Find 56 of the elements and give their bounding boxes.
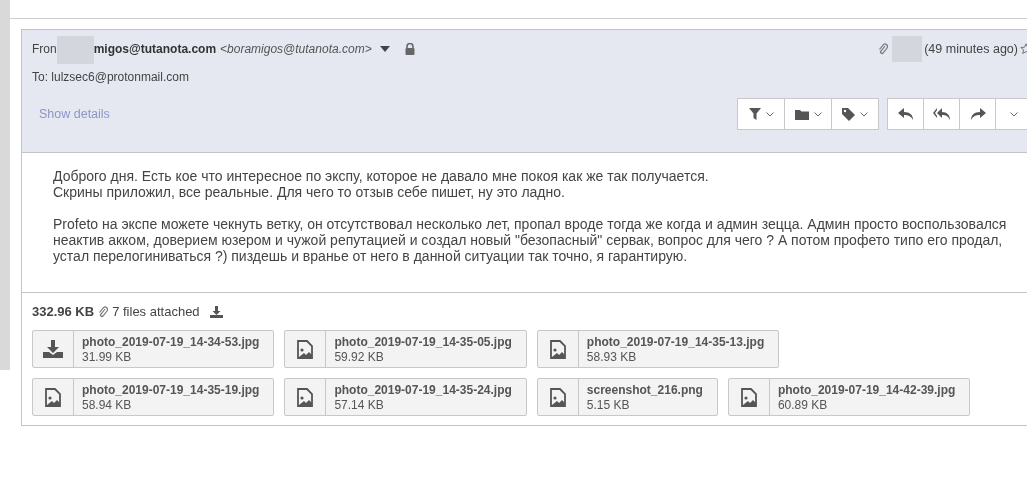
filter-icon: [748, 108, 761, 120]
paperclip-icon: [98, 305, 109, 318]
file-name: photo_2019-07-19_14-35-13.jpg: [586, 335, 765, 349]
sender-name: migos@tutanota.com: [93, 42, 217, 56]
folder-icon: [794, 108, 809, 120]
image-file-icon: [549, 339, 566, 359]
recipient-line: To: lulzsec6@protonmail.com: [32, 70, 190, 84]
chevron-down-icon: [765, 111, 774, 117]
forward-button[interactable]: [959, 98, 996, 130]
reply-icon: [897, 108, 914, 120]
file-size: 31.99 KB: [82, 350, 133, 364]
sender-address: <boramigos@tutanota.com>: [220, 42, 372, 56]
file-name: photo_2019-07-19_14-35-24.jpg: [334, 383, 512, 397]
chevron-down-icon: [860, 111, 868, 117]
reply-all-button[interactable]: [923, 98, 960, 130]
attachments-size: 332.96 KB: [32, 304, 95, 319]
tag-icon: [842, 107, 855, 121]
image-file-icon: [740, 387, 757, 407]
attachment-button[interactable]: photo_2019-07-19_14-35-13.jpg 58.93 KB: [536, 330, 780, 368]
attachment-button[interactable]: photo_2019-07-19_14-35-24.jpg 57.14 KB: [284, 378, 527, 416]
chevron-down-icon: [813, 111, 822, 117]
file-name: photo_2019-07-19_14-34-53.jpg: [82, 335, 260, 349]
chevron-down-icon: [1009, 111, 1018, 117]
attachment-button[interactable]: photo_2019-07-19_14-35-19.jpg 58.94 KB: [32, 378, 275, 416]
image-file-icon: [549, 387, 566, 407]
reply-all-icon: [932, 108, 951, 120]
caret-icon[interactable]: [379, 46, 390, 52]
reply-button[interactable]: [887, 98, 924, 130]
file-size: 58.94 KB: [82, 398, 133, 412]
from-label: Fron: [32, 42, 57, 56]
file-name: photo_2019-07-19_14-35-05.jpg: [334, 335, 512, 349]
folder-button[interactable]: [784, 98, 832, 130]
file-size: 57.14 KB: [334, 398, 385, 412]
message-time: (49 minutes ago): [924, 42, 1018, 56]
attachment-button[interactable]: photo_2019-07-19_14-35-05.jpg 59.92 KB: [284, 330, 527, 368]
file-size: 5.15 KB: [586, 398, 631, 412]
file-name: screenshot_216.png: [586, 383, 703, 397]
message-paragraph: Доброго дня. Есть кое что интересное по экспу, которое не давало мне покоя как же так получается. Скрины приложил, все реальные. Для чего то отзыв себе пишет, ну это ладно.: [53, 168, 710, 200]
attachment-button[interactable]: photo_2019-07-19_14-42-39.jpg 60.89 KB: [727, 378, 971, 416]
message-paragraph: Profeto на экспе можете чекнуть ветку, он отсутствовал несколько лет, пропал вроде тогда же когда и админ зецца. Админ просто воспользовался неактив акком, доверием юзером и чужой репутацией и создал новый "безопасный" сервак, вопрос для чего ? А потом профето типо его продал, устал перелогиниваться ?) пиздешь и вранье от него в данной ситуации так точно, я гарантирую.: [53, 216, 1008, 264]
file-size: 58.93 KB: [586, 350, 638, 364]
attachment-button[interactable]: photo_2019-07-19_14-34-53.jpg 31.99 KB: [32, 330, 275, 368]
image-file-icon: [45, 387, 61, 407]
filter-button[interactable]: [737, 98, 785, 130]
forward-icon: [969, 108, 986, 120]
attachment-button[interactable]: screenshot_216.png 5.15 KB: [536, 378, 718, 416]
attachments-count: 7 files attached: [112, 304, 200, 319]
file-name: photo_2019-07-19_14-42-39.jpg: [777, 383, 956, 397]
download-icon[interactable]: [209, 305, 223, 318]
image-file-icon: [297, 339, 314, 359]
file-size: 59.92 KB: [334, 350, 385, 364]
download-icon: [43, 340, 63, 358]
image-file-icon: [297, 387, 314, 407]
file-size: 60.89 KB: [777, 398, 829, 412]
file-name: photo_2019-07-19_14-35-19.jpg: [82, 383, 260, 397]
tag-button[interactable]: [831, 98, 879, 130]
